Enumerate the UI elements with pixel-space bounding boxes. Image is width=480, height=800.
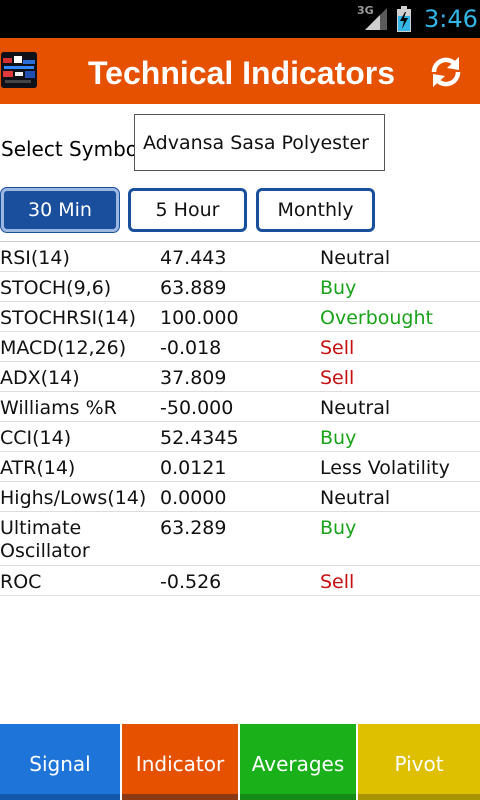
indicator-value: 63.289 [160,517,227,539]
indicator-value: -50.000 [160,397,234,419]
indicator-name: ROC [0,571,42,593]
indicator-value: -0.526 [160,571,222,593]
indicator-value: 0.0121 [160,457,227,479]
tab-averages[interactable]: Averages [240,724,356,800]
indicator-action: Buy [320,427,357,449]
signal-strength-icon [365,8,387,30]
tab-signal[interactable]: Signal [0,724,120,800]
table-row: RSI(14) 47.443 Neutral [0,242,480,272]
indicator-table: RSI(14) 47.443 Neutral STOCH(9,6) 63.889… [0,241,480,596]
tab-pivot[interactable]: Pivot [358,724,480,800]
app-logo-icon[interactable] [1,52,37,88]
indicator-action: Sell [320,367,355,389]
clock-time: 3:46 [424,5,478,33]
indicator-name: Highs/Lows(14) [0,487,147,509]
table-row: STOCH(9,6) 63.889 Buy [0,272,480,302]
indicator-name: ADX(14) [0,367,80,389]
table-row: Williams %R -50.000 Neutral [0,392,480,422]
tab-indicator-strip [240,794,356,800]
tab-indicator[interactable]: Indicator [122,724,238,800]
tab-averages-label: Averages [251,752,345,776]
indicator-action: Sell [320,571,355,593]
symbol-label: Select Symbol [1,137,144,161]
symbol-input[interactable] [134,114,385,171]
indicator-name: Williams %R [0,397,117,419]
timeframe-30-min-button[interactable]: 30 Min [1,188,119,232]
table-row: MACD(12,26) -0.018 Sell [0,332,480,362]
tab-pivot-label: Pivot [394,752,444,776]
table-row: CCI(14) 52.4345 Buy [0,422,480,452]
indicator-action: Overbought [320,307,433,329]
indicator-action: Sell [320,337,355,359]
indicator-action: Buy [320,277,357,299]
bottom-tab-bar: Signal Indicator Averages Pivot [0,724,480,800]
indicator-value: 52.4345 [160,427,239,449]
timeframe-5-hour-button[interactable]: 5 Hour [128,188,247,232]
indicator-value: 63.889 [160,277,227,299]
tab-indicator-label: Indicator [135,752,225,776]
tab-indicator-strip [358,794,480,800]
indicator-action: Neutral [320,487,391,509]
status-bar: 3G 3:46 [0,0,480,38]
indicator-name: CCI(14) [0,427,72,449]
table-row: Ultimate Oscillator 63.289 Buy [0,512,480,566]
indicator-name: STOCH(9,6) [0,277,112,299]
indicator-value: 0.0000 [160,487,227,509]
page-title: Technical Indicators [88,55,396,91]
indicator-action: Less Volatility [320,457,450,479]
indicator-action: Neutral [320,397,391,419]
indicator-value: 100.000 [160,307,239,329]
timeframe-monthly-button[interactable]: Monthly [256,188,375,232]
indicator-action: Buy [320,517,357,539]
indicator-action: Neutral [320,247,391,269]
indicator-name: RSI(14) [0,247,70,269]
table-row: ATR(14) 0.0121 Less Volatility [0,452,480,482]
refresh-icon [431,57,461,87]
indicator-name: ATR(14) [0,457,76,479]
tab-indicator-strip [0,794,120,800]
indicator-value: 47.443 [160,247,227,269]
action-bar: Technical Indicators [0,38,480,104]
indicator-value: 37.809 [160,367,227,389]
indicator-value: -0.018 [160,337,222,359]
tab-indicator-strip [122,794,238,800]
refresh-button[interactable] [428,55,464,89]
table-row: Highs/Lows(14) 0.0000 Neutral [0,482,480,512]
table-row: ADX(14) 37.809 Sell [0,362,480,392]
indicator-name: STOCHRSI(14) [0,307,137,329]
tab-signal-label: Signal [29,752,91,776]
battery-icon [397,6,411,32]
table-row: STOCHRSI(14) 100.000 Overbought [0,302,480,332]
table-row: ROC -0.526 Sell [0,566,480,596]
indicator-name: Ultimate Oscillator [0,517,90,562]
indicator-name: MACD(12,26) [0,337,127,359]
